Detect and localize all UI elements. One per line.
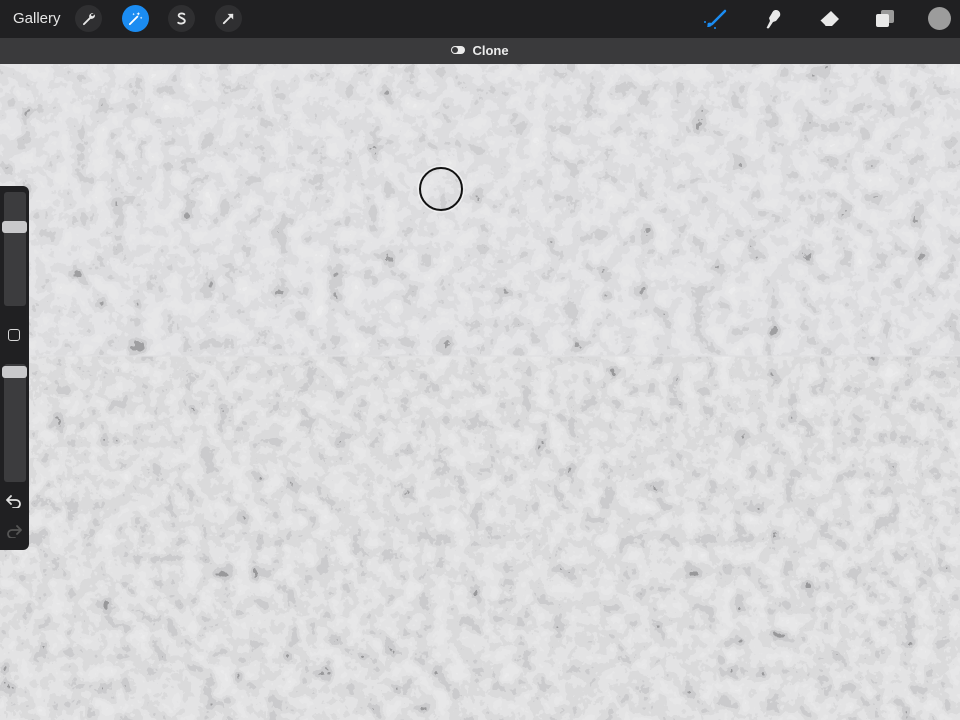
redo-icon [6,525,22,542]
wrench-icon [81,11,96,26]
layers-button[interactable] [872,6,898,32]
undo-icon [6,495,22,512]
brush-size-slider[interactable] [2,192,27,306]
gallery-button[interactable]: Gallery [13,10,61,27]
selection-icon [174,11,189,26]
adjustments-button[interactable] [122,5,149,32]
transform-arrow-icon [221,11,236,26]
smudge-icon [762,8,784,30]
smudge-button[interactable] [760,6,786,32]
brush-button[interactable] [702,6,728,32]
mode-bar: Clone [0,38,960,64]
brush-size-thumb[interactable] [2,221,27,233]
opacity-thumb[interactable] [2,366,27,378]
mode-text: Clone [472,43,509,58]
opacity-slider[interactable] [2,364,27,482]
eraser-icon [817,9,841,29]
redo-button[interactable] [6,524,24,539]
brush-icon [702,8,728,30]
toggle-icon [451,46,466,54]
top-toolbar: Gallery [0,0,960,38]
transform-button[interactable] [215,5,242,32]
modify-button[interactable] [8,329,20,341]
actions-button[interactable] [75,5,102,32]
drawing-canvas[interactable] [0,64,960,720]
selection-button[interactable] [168,5,195,32]
color-swatch[interactable] [928,7,951,30]
brush-sidebar [0,186,29,550]
granite-texture [0,64,960,720]
undo-button[interactable] [6,494,24,509]
clone-mode-label[interactable]: Clone [0,43,960,58]
eraser-button[interactable] [816,6,842,32]
layers-icon [874,9,896,29]
magic-wand-icon [128,11,143,26]
